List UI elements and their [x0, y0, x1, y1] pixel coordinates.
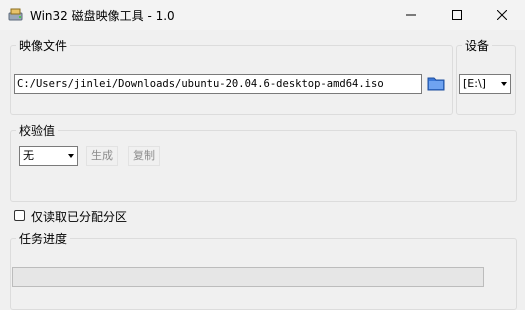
image-file-legend: 映像文件: [16, 37, 71, 54]
read-only-checkbox[interactable]: [14, 210, 25, 221]
device-legend: 设备: [462, 37, 493, 54]
folder-icon: [427, 77, 445, 91]
chevron-down-icon: [501, 82, 507, 86]
image-file-path-input[interactable]: C:/Users/jinlei/Downloads/ubuntu-20.04.6…: [14, 74, 422, 94]
read-only-label: 仅读取已分配分区: [31, 210, 128, 224]
device-selected-value: [E:\]: [463, 77, 486, 90]
title-bar: Win32 磁盘映像工具 - 1.0: [0, 0, 525, 30]
maximize-icon: [452, 10, 462, 20]
progress-bar: [12, 267, 484, 287]
device-select[interactable]: [E:\]: [459, 74, 511, 94]
chevron-down-icon: [68, 154, 74, 158]
progress-legend: 任务进度: [16, 230, 71, 247]
browse-button[interactable]: [426, 73, 446, 93]
copy-button[interactable]: 复制: [128, 146, 160, 166]
window-title: Win32 磁盘映像工具 - 1.0: [30, 9, 175, 23]
close-icon: [497, 10, 507, 20]
generate-button[interactable]: 生成: [86, 146, 118, 166]
disk-imager-app-icon: [8, 8, 23, 21]
minimize-button[interactable]: [388, 0, 434, 30]
maximize-button[interactable]: [434, 0, 480, 30]
hash-legend: 校验值: [16, 122, 59, 139]
hash-type-selected-value: 无: [23, 149, 34, 162]
hash-type-select[interactable]: 无: [19, 146, 78, 166]
hash-group: [10, 130, 517, 202]
close-button[interactable]: [479, 0, 525, 30]
minimize-icon: [406, 14, 416, 16]
